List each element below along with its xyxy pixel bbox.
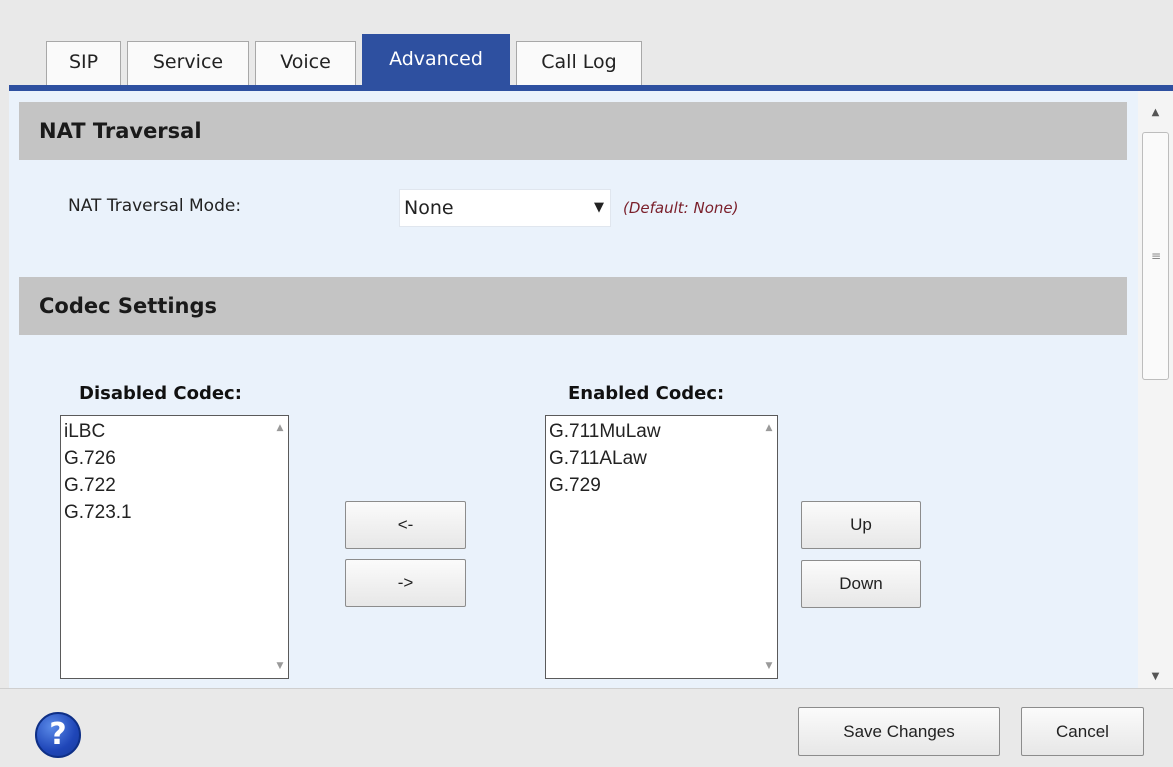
list-item[interactable]: iLBC bbox=[64, 418, 132, 445]
move-right-button[interactable]: -> bbox=[345, 559, 466, 607]
tab-voice[interactable]: Voice bbox=[255, 41, 356, 85]
disabled-codec-title: Disabled Codec: bbox=[79, 383, 242, 404]
nat-mode-default: (Default: None) bbox=[623, 199, 739, 217]
nat-mode-select[interactable]: None ▼ bbox=[399, 189, 611, 227]
tab-sip[interactable]: SIP bbox=[46, 41, 121, 85]
disabled-codec-items: iLBC G.726 G.722 G.723.1 bbox=[64, 418, 132, 526]
disabled-list-scrollbar[interactable]: ▲ ▼ bbox=[272, 416, 288, 678]
enabled-list-scrollbar[interactable]: ▲ ▼ bbox=[761, 416, 777, 678]
save-changes-button[interactable]: Save Changes bbox=[798, 707, 1000, 756]
scroll-thumb[interactable]: ≡ bbox=[1142, 132, 1169, 380]
tab-service[interactable]: Service bbox=[127, 41, 249, 85]
enabled-codec-list[interactable]: G.711MuLaw G.711ALaw G.729 ▲ ▼ bbox=[545, 415, 778, 679]
list-item[interactable]: G.711ALaw bbox=[549, 445, 661, 472]
list-item[interactable]: G.711MuLaw bbox=[549, 418, 661, 445]
move-down-button[interactable]: Down bbox=[801, 560, 921, 608]
scroll-down-icon[interactable]: ▼ bbox=[272, 658, 288, 674]
tab-bar: SIP Service Voice Advanced Call Log bbox=[0, 0, 1173, 91]
scroll-down-icon[interactable]: ▼ bbox=[1138, 665, 1173, 689]
enabled-codec-title: Enabled Codec: bbox=[568, 383, 725, 404]
scroll-up-icon[interactable]: ▲ bbox=[272, 420, 288, 436]
list-item[interactable]: G.723.1 bbox=[64, 499, 132, 526]
nat-mode-value: None bbox=[404, 197, 454, 219]
disabled-codec-list[interactable]: iLBC G.726 G.722 G.723.1 ▲ ▼ bbox=[60, 415, 289, 679]
tab-advanced[interactable]: Advanced bbox=[362, 34, 510, 85]
list-item[interactable]: G.722 bbox=[64, 472, 132, 499]
cancel-button[interactable]: Cancel bbox=[1021, 707, 1144, 756]
enabled-codec-items: G.711MuLaw G.711ALaw G.729 bbox=[549, 418, 661, 499]
grip-icon: ≡ bbox=[1151, 249, 1162, 263]
move-up-button[interactable]: Up bbox=[801, 501, 921, 549]
content-panel: NAT Traversal NAT Traversal Mode: None ▼… bbox=[9, 91, 1138, 688]
scroll-up-icon[interactable]: ▲ bbox=[1138, 101, 1173, 125]
list-item[interactable]: G.729 bbox=[549, 472, 661, 499]
nat-section-header: NAT Traversal bbox=[19, 102, 1127, 160]
page-scrollbar[interactable]: ▲ ≡ ▼ bbox=[1138, 91, 1173, 689]
codec-section-header: Codec Settings bbox=[19, 277, 1127, 335]
help-icon[interactable]: ? bbox=[35, 712, 81, 758]
chevron-down-icon: ▼ bbox=[594, 200, 604, 215]
move-left-button[interactable]: <- bbox=[345, 501, 466, 549]
scroll-down-icon[interactable]: ▼ bbox=[761, 658, 777, 674]
scroll-up-icon[interactable]: ▲ bbox=[761, 420, 777, 436]
tab-call-log[interactable]: Call Log bbox=[516, 41, 642, 85]
nat-mode-label: NAT Traversal Mode: bbox=[68, 196, 242, 216]
list-item[interactable]: G.726 bbox=[64, 445, 132, 472]
